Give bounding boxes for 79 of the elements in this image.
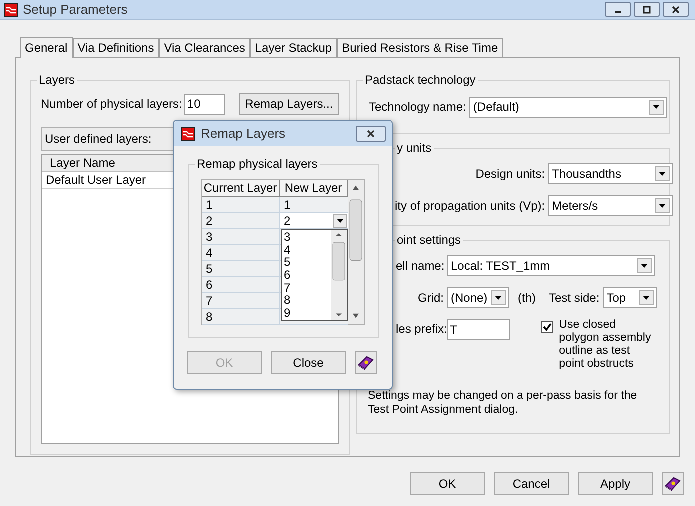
tab[interactable]: Layer Stackup — [250, 38, 338, 57]
dropdown-arrow-icon — [659, 204, 666, 208]
tab[interactable]: General — [20, 37, 73, 58]
group-title: oint settings — [395, 233, 464, 247]
dropdown-option[interactable]: 5 — [284, 256, 331, 270]
checkbox[interactable] — [541, 321, 554, 333]
test-side-dropdown[interactable]: Top — [602, 287, 657, 308]
checkbox-label: Use closed polygon assembly outline as test point obstructs — [559, 319, 652, 371]
dropdown-arrow-icon — [495, 296, 502, 300]
column-header: New Layer — [280, 180, 348, 196]
help-book-icon — [664, 476, 682, 492]
dropdown-arrow-icon — [653, 105, 660, 109]
field-label: ity of propagation units (Vp): — [395, 198, 546, 214]
dropdown-option[interactable]: 8 — [284, 294, 331, 308]
close-button[interactable] — [356, 126, 386, 142]
scrollbar[interactable] — [348, 180, 364, 324]
table-cell: 3 — [202, 229, 280, 244]
unit-label: (th) — [518, 290, 536, 306]
maximize-button[interactable] — [634, 2, 660, 17]
dialog-button[interactable]: Cancel — [494, 472, 569, 495]
table-cell: 1 — [202, 197, 280, 212]
field-label: Number of physical layers: — [41, 96, 182, 113]
dropdown-option[interactable]: 3 — [284, 231, 331, 244]
table-cell: 6 — [202, 277, 280, 292]
help-book-icon — [357, 354, 375, 370]
field-label: Test side: — [549, 290, 600, 306]
table-cell-text: 1 — [283, 197, 292, 212]
check-icon — [542, 323, 552, 331]
dropdown-option[interactable]: 4 — [284, 244, 331, 256]
remap-layers-button[interactable]: Remap Layers... — [239, 93, 339, 115]
table-cell: 8 — [202, 309, 280, 324]
new-layer-dropdown[interactable]: 2 — [280, 213, 348, 228]
minimize-button[interactable] — [605, 2, 631, 17]
field-label: User defined layers: — [45, 131, 152, 148]
close-button[interactable] — [663, 2, 689, 17]
dropdown-arrow-icon — [336, 218, 344, 222]
scrollbar[interactable] — [331, 230, 347, 320]
dropdown-arrow-icon — [659, 172, 666, 176]
maximize-icon — [642, 6, 652, 14]
dropdown-option[interactable]: 9 — [284, 307, 331, 320]
field-label: ell name: — [396, 258, 444, 274]
column-header: Current Layer — [202, 180, 280, 196]
dialog-button[interactable]: Close — [271, 351, 346, 374]
technology-dropdown[interactable]: (Default) — [469, 96, 668, 118]
input-field[interactable]: 10 — [184, 94, 226, 114]
app-icon — [181, 126, 195, 140]
vp-units-dropdown[interactable]: Meters/s — [548, 195, 674, 216]
table-cell: 4 — [202, 245, 280, 260]
group-title: Padstack technology — [363, 73, 478, 87]
note-text: Settings may be changed on a per-pass basis for the Test Point Assignment dialog. — [368, 389, 638, 417]
close-icon — [366, 130, 376, 138]
tab[interactable]: Via Clearances — [159, 38, 250, 57]
design-units-dropdown[interactable]: Thousandths — [548, 163, 674, 184]
table-cell: 7 — [202, 293, 280, 308]
field-label: Grid: — [416, 290, 444, 306]
dropdown-option[interactable]: 7 — [284, 282, 331, 294]
field-label: Design units: — [476, 166, 546, 182]
dropdown-arrow-icon — [642, 296, 650, 300]
tab[interactable]: Via Definitions — [72, 38, 160, 57]
help-button[interactable] — [662, 472, 684, 495]
close-icon — [671, 6, 681, 14]
dropdown-option[interactable]: 6 — [284, 269, 331, 282]
input-field[interactable]: T — [447, 319, 510, 340]
dialog-title: Remap Layers — [201, 124, 286, 143]
grid-dropdown[interactable]: (None) — [447, 287, 509, 308]
tab[interactable]: Buried Resistors & Rise Time — [337, 38, 504, 57]
dialog-button[interactable]: Apply — [578, 472, 653, 495]
help-button[interactable] — [355, 351, 377, 374]
group-title: Remap physical layers — [195, 157, 320, 171]
dialog-button[interactable]: OK — [410, 472, 485, 495]
app-icon — [4, 2, 18, 16]
cell-name-dropdown[interactable]: Local: TEST_1mm — [447, 255, 655, 276]
window-title: Setup Parameters — [23, 0, 128, 19]
dropdown-arrow-icon — [641, 264, 648, 268]
group-title: y units — [395, 141, 434, 155]
table-cell: 5 — [202, 261, 280, 276]
group-title: Layers — [37, 73, 78, 87]
field-label: Technology name: — [369, 99, 466, 116]
field-label: les prefix: — [396, 321, 444, 338]
